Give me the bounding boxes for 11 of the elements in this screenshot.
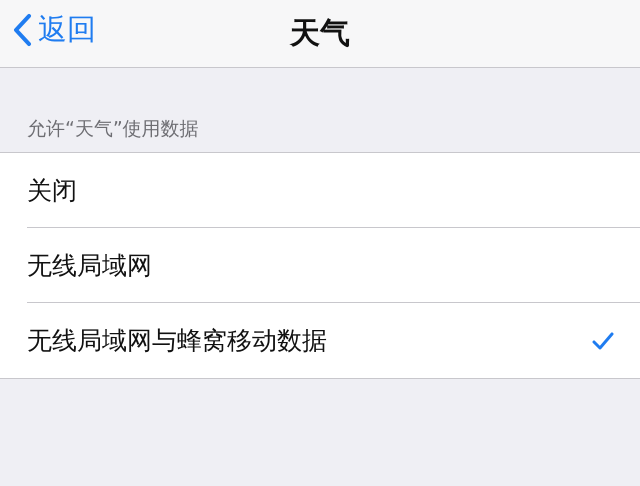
back-chevron-icon xyxy=(12,13,32,47)
option-row[interactable]: 无线局域网 xyxy=(27,228,640,303)
option-label: 无线局域网 xyxy=(27,250,152,282)
back-button[interactable]: 返回 xyxy=(12,10,96,50)
option-label: 关闭 xyxy=(27,174,77,206)
nav-title: 天气 xyxy=(290,15,350,53)
section-header: 允许“天气”使用数据 xyxy=(26,117,200,142)
checkmark-icon xyxy=(592,332,614,350)
option-row[interactable]: 关闭 xyxy=(27,153,640,228)
option-label: 无线局域网与蜂窝移动数据 xyxy=(27,325,327,357)
option-row[interactable]: 无线局域网与蜂窝移动数据 xyxy=(27,303,640,378)
